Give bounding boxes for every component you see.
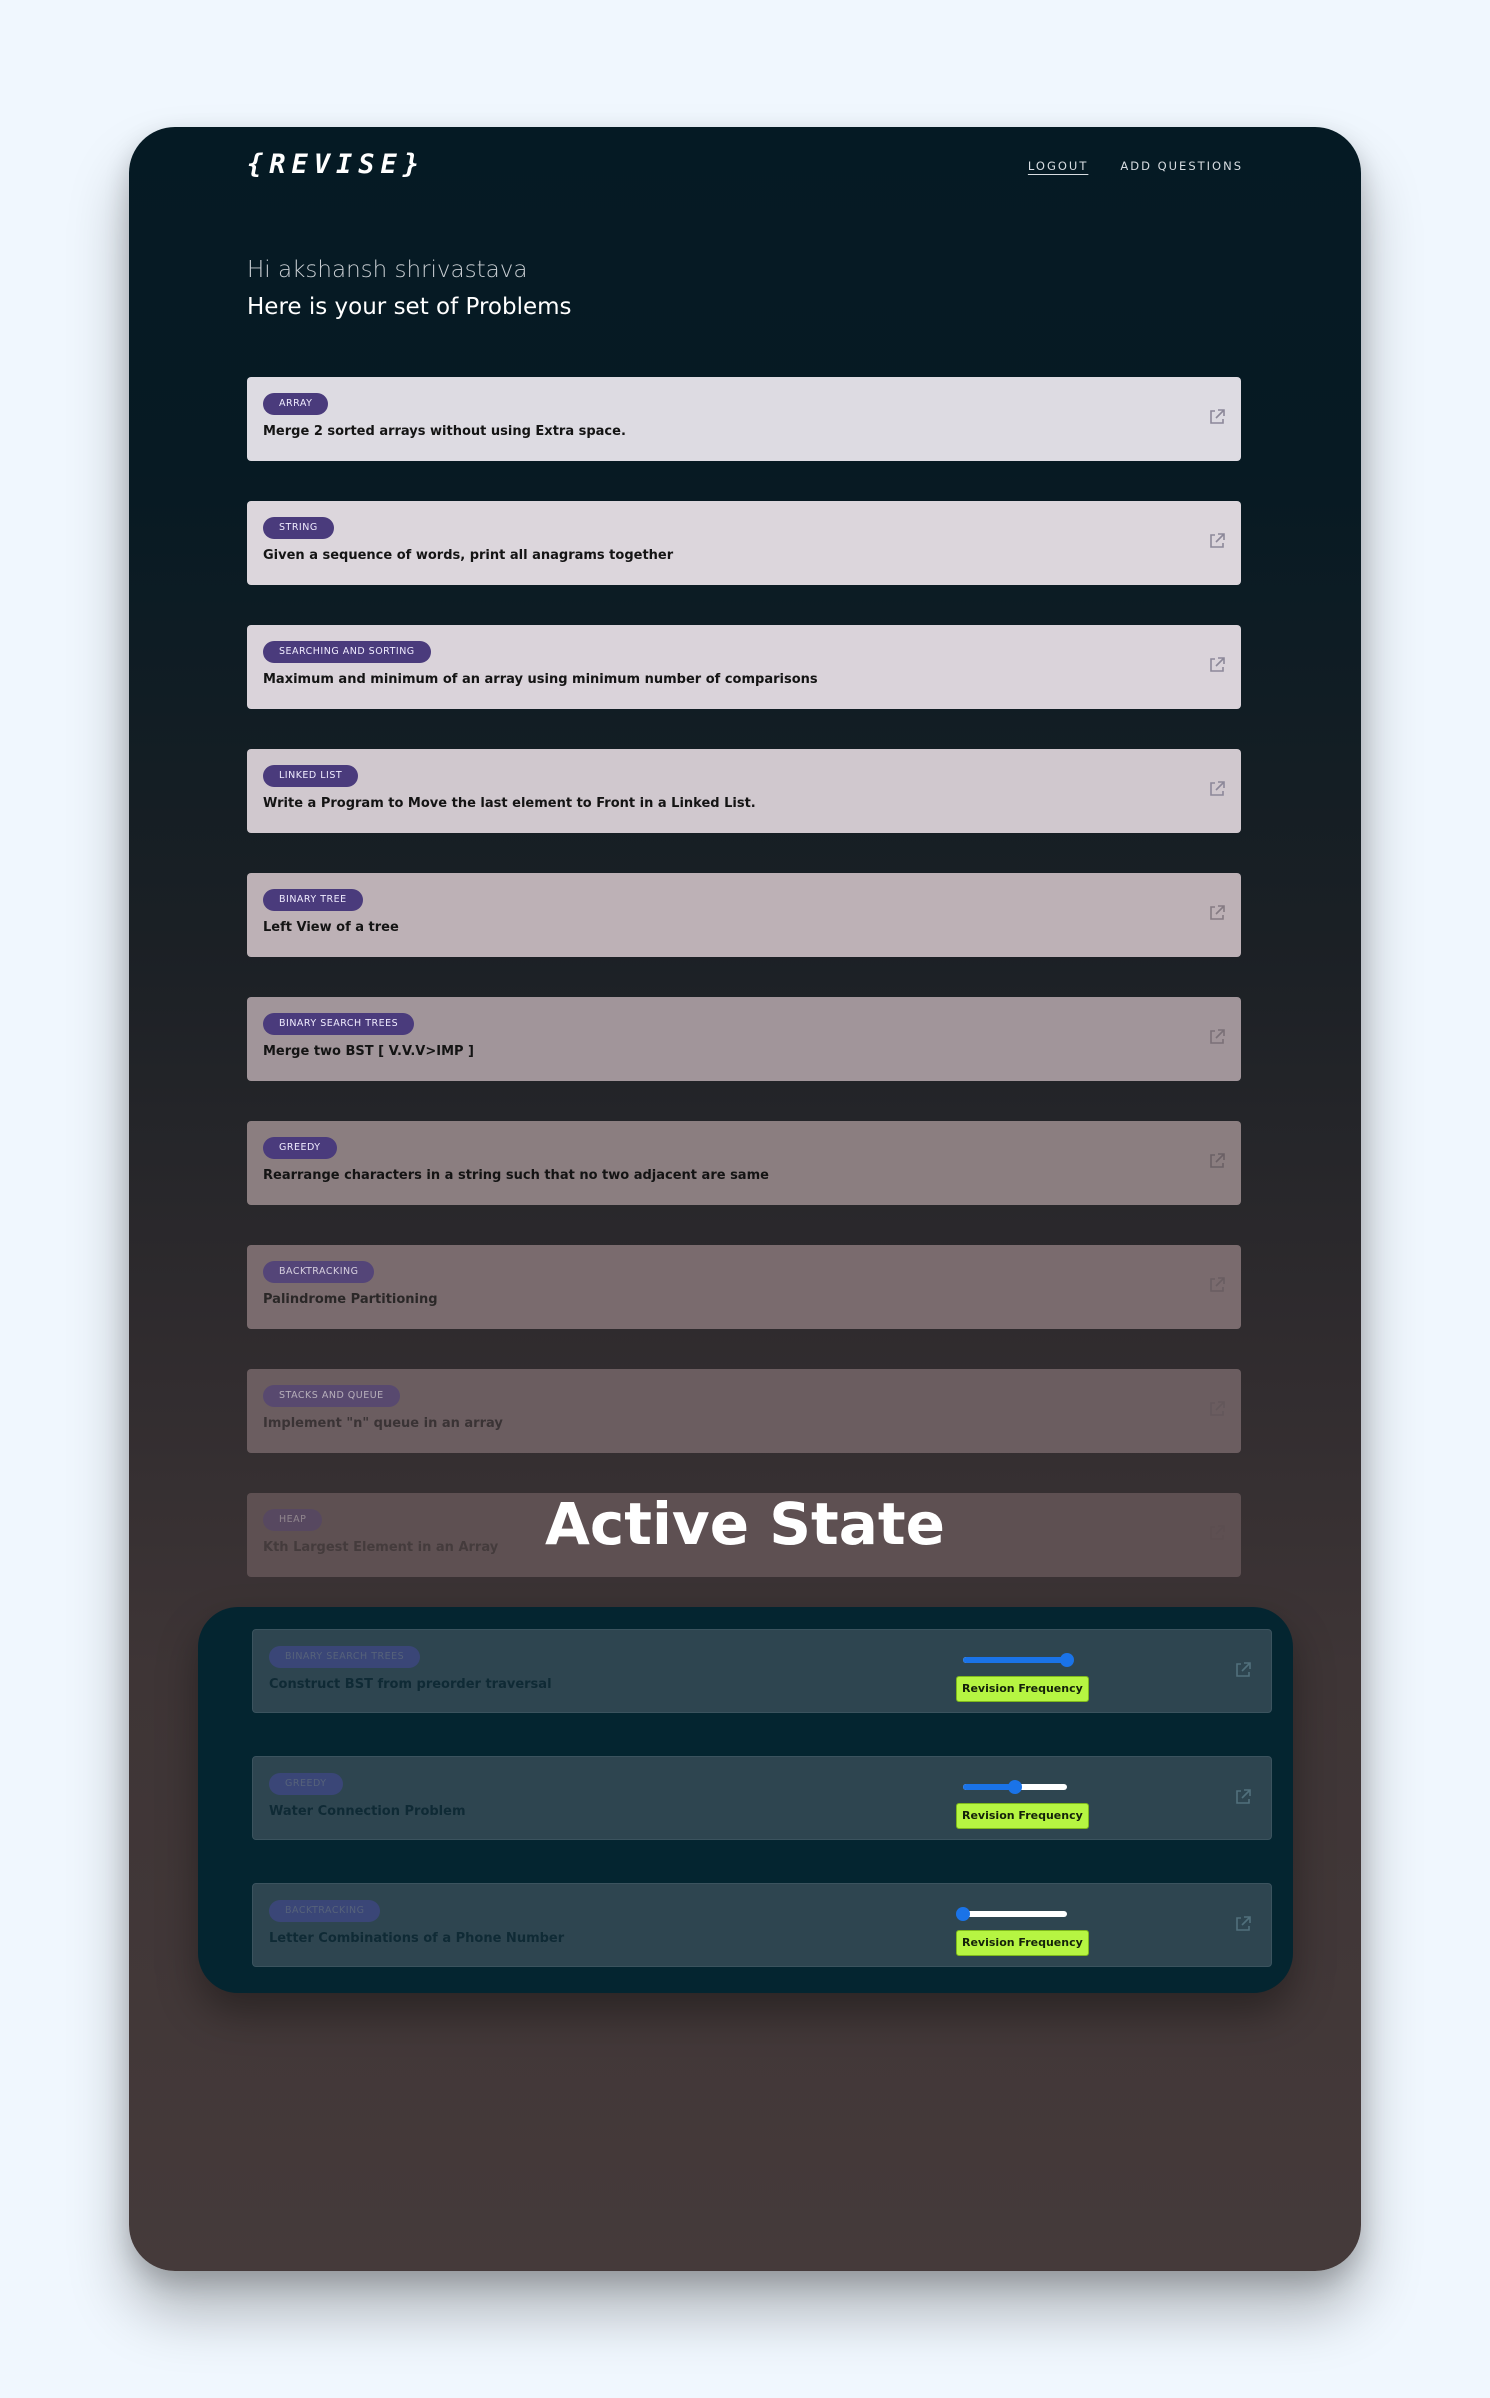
slider-thumb[interactable] (956, 1907, 970, 1921)
page-subheading: Here is your set of Problems (247, 294, 572, 320)
slider-thumb[interactable] (1060, 1653, 1074, 1667)
logout-link[interactable]: LOGOUT (1028, 159, 1088, 173)
question-card[interactable]: BINARY SEARCH TREES Merge two BST [ V.V.V… (247, 997, 1241, 1081)
question-title: Implement "n" queue in an array (263, 1416, 503, 1431)
topic-tag: LINKED LIST (263, 765, 359, 787)
topic-tag: GREEDY (269, 1773, 343, 1795)
topic-tag: STRING (263, 517, 334, 539)
topic-tag: GREEDY (263, 1137, 337, 1159)
question-title: Merge two BST [ V.V.V>IMP ] (263, 1044, 474, 1059)
topic-tag: BACKTRACKING (269, 1900, 381, 1922)
slider-thumb[interactable] (1008, 1780, 1022, 1794)
question-title: Letter Combinations of a Phone Number (269, 1931, 565, 1946)
question-title: Water Connection Problem (269, 1804, 466, 1819)
question-title: Rearrange characters in a string such th… (263, 1168, 769, 1183)
question-card[interactable]: BACKTRACKING Palindrome Partitioning (247, 1245, 1241, 1329)
revision-frequency-button[interactable]: Revision Frequency (956, 1676, 1089, 1702)
topic-tag: STACKS AND QUEUE (263, 1385, 400, 1407)
question-card[interactable]: BINARY TREE Left View of a tree (247, 873, 1241, 957)
question-title: Construct BST from preorder traversal (269, 1677, 552, 1692)
external-link-icon[interactable] (1207, 407, 1227, 427)
external-link-icon[interactable] (1207, 779, 1227, 799)
add-questions-link[interactable]: ADD QUESTIONS (1120, 159, 1243, 173)
active-question-card[interactable]: GREEDY Water Connection Problem Revision F… (252, 1756, 1272, 1840)
active-question-card[interactable]: BACKTRACKING Letter Combinations of a Pho… (252, 1883, 1272, 1967)
question-title: Maximum and minimum of an array using mi… (263, 672, 818, 687)
topic-tag: ARRAY (263, 393, 329, 415)
slider-fill (963, 1657, 1067, 1663)
external-link-icon[interactable] (1207, 1151, 1227, 1171)
active-question-card[interactable]: BINARY SEARCH TREES Construct BST from pr… (252, 1629, 1272, 1713)
external-link-icon[interactable] (1207, 903, 1227, 923)
app-logo[interactable]: {REVISE} (247, 149, 425, 180)
external-link-icon[interactable] (1207, 1399, 1227, 1419)
active-state-panel: BINARY SEARCH TREES Construct BST from pr… (198, 1607, 1293, 1993)
topic-tag: SEARCHING AND SORTING (263, 641, 431, 663)
external-link-icon[interactable] (1233, 1787, 1253, 1807)
topic-tag: BINARY TREE (263, 889, 363, 911)
revision-slider[interactable] (963, 1780, 1067, 1794)
question-title: Palindrome Partitioning (263, 1292, 438, 1307)
question-title: Left View of a tree (263, 920, 399, 935)
external-link-icon[interactable] (1233, 1660, 1253, 1680)
question-title: Write a Program to Move the last element… (263, 796, 756, 811)
topic-tag: BINARY SEARCH TREES (263, 1013, 415, 1035)
question-card[interactable]: STRING Given a sequence of words, print a… (247, 501, 1241, 585)
revision-frequency-button[interactable]: Revision Frequency (956, 1803, 1089, 1829)
top-nav: LOGOUT ADD QUESTIONS (1028, 159, 1243, 173)
external-link-icon[interactable] (1207, 531, 1227, 551)
question-card[interactable]: SEARCHING AND SORTING Maximum and minimum… (247, 625, 1241, 709)
revision-slider[interactable] (963, 1653, 1074, 1667)
external-link-icon[interactable] (1207, 655, 1227, 675)
question-card[interactable]: ARRAY Merge 2 sorted arrays without using… (247, 377, 1241, 461)
question-card[interactable]: GREEDY Rearrange characters in a string s… (247, 1121, 1241, 1205)
revision-frequency-button[interactable]: Revision Frequency (956, 1930, 1089, 1956)
topic-tag: BACKTRACKING (263, 1261, 375, 1283)
question-title: Given a sequence of words, print all ana… (263, 548, 674, 563)
external-link-icon[interactable] (1207, 1275, 1227, 1295)
active-state-label: Active State (545, 1490, 945, 1558)
topic-tag: BINARY SEARCH TREES (269, 1646, 421, 1668)
external-link-icon[interactable] (1207, 1027, 1227, 1047)
external-link-icon[interactable] (1233, 1914, 1253, 1934)
revision-slider[interactable] (956, 1907, 1067, 1921)
question-card[interactable]: LINKED LIST Write a Program to Move the l… (247, 749, 1241, 833)
question-card[interactable]: STACKS AND QUEUE Implement "n" queue in a… (247, 1369, 1241, 1453)
question-title: Merge 2 sorted arrays without using Extr… (263, 424, 626, 439)
greeting-text: Hi akshansh shrivastava (247, 257, 528, 283)
